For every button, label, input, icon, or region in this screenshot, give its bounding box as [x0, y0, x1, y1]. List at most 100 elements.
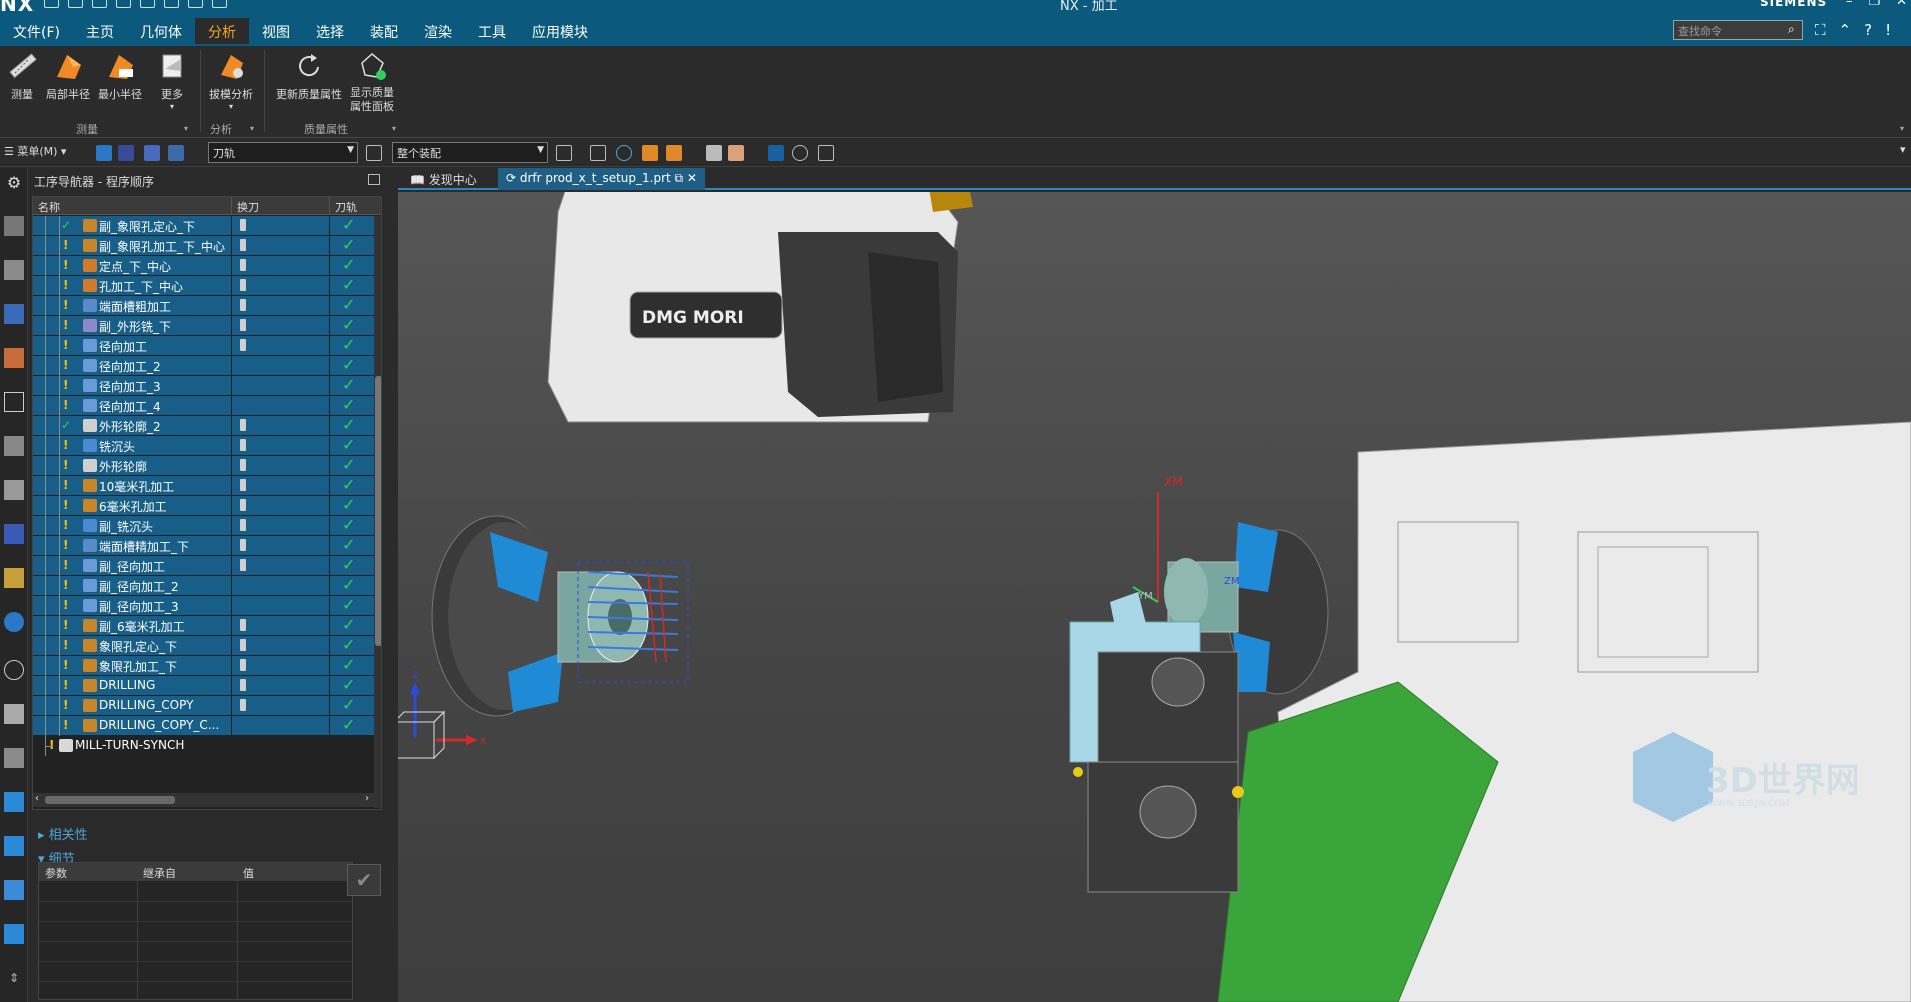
visual-library-icon[interactable] [4, 924, 24, 944]
column-divider[interactable] [329, 197, 330, 215]
window-icon[interactable] [188, 0, 203, 8]
help-icon[interactable]: ? [1864, 21, 1872, 39]
machining-features-icon[interactable] [4, 480, 24, 500]
name-cell[interactable]: ! 象限孔加工_下 [33, 656, 231, 676]
hide-icon[interactable] [818, 145, 834, 161]
constraint-navigator-icon[interactable] [4, 260, 24, 280]
name-cell[interactable]: ! MILL-TURN-SYNCH [33, 736, 231, 756]
operation-row[interactable]: ! 10毫米孔加工 ✓ [33, 475, 374, 496]
operation-row[interactable]: ! 端面槽精加工_下 ✓ [33, 535, 374, 556]
main-spindle-chuck-model[interactable] [431, 515, 689, 717]
mcs-icon[interactable] [768, 145, 784, 161]
group-mass-expand-icon[interactable]: ▾ [392, 124, 396, 133]
shaded-cube-icon[interactable] [706, 145, 722, 161]
history-icon[interactable] [4, 660, 24, 680]
vertical-scrollbar[interactable] [374, 216, 381, 808]
pop-out-icon[interactable]: ⧉ [671, 171, 684, 185]
spindle-head-model[interactable]: DMG MORI [547, 192, 973, 423]
scene-canvas[interactable]: DMG MORI XM YM ZM Z X 3D世界网 WWW.3DSJW.CO… [398, 192, 1911, 1002]
show-icon[interactable] [792, 145, 808, 161]
more-button[interactable]: 更多 ▾ [152, 50, 192, 111]
scrollbar-thumb[interactable] [375, 376, 381, 646]
group-analysis-expand-icon[interactable]: ▾ [250, 124, 254, 133]
draft-dropdown-icon[interactable]: ▾ [206, 102, 256, 111]
name-cell[interactable]: ! 径向加工_2 [33, 356, 231, 376]
operation-row[interactable]: ! DRILLING_COPY ✓ [33, 695, 374, 716]
operation-navigator-icon[interactable] [4, 348, 24, 368]
assembly-navigator-icon[interactable] [4, 216, 24, 236]
minimize-button[interactable]: – [1846, 0, 1853, 9]
name-cell[interactable]: ! 象限孔定心_下 [33, 636, 231, 656]
name-cell[interactable]: ! DRILLING_COPY_C... [33, 716, 231, 736]
column-header-tool-change[interactable]: 换刀 [237, 199, 259, 215]
name-cell[interactable]: ! 径向加工_3 [33, 376, 231, 396]
paste-icon[interactable] [140, 0, 155, 8]
snap-point-icon[interactable] [666, 145, 682, 161]
name-cell[interactable]: ! 副_6毫米孔加工 [33, 616, 231, 636]
copy-icon[interactable] [116, 0, 131, 8]
operation-row[interactable]: ! 径向加工_3 ✓ [33, 375, 374, 396]
update-mass-properties-button[interactable]: 更新质量属性 [272, 50, 346, 102]
operation-row[interactable]: ! 副_径向加工_3 ✓ [33, 595, 374, 616]
horizontal-scrollbar[interactable]: ‹ › [33, 793, 374, 807]
rail-scroll-icon[interactable]: ⇕ [4, 968, 24, 988]
toolbar-options-icon[interactable]: ▾ [1900, 143, 1906, 163]
scrollbar-thumb[interactable] [45, 796, 175, 804]
operation-row[interactable]: ! 副_象限孔加工_下_中心 ✓ [33, 235, 374, 256]
restore-button[interactable]: ❐ [1869, 0, 1881, 9]
close-button[interactable]: ✕ [1896, 0, 1907, 9]
name-cell[interactable]: ! 副_径向加工 [33, 556, 231, 576]
feature-icon[interactable] [642, 145, 658, 161]
more-dropdown-icon[interactable]: ▾ [152, 102, 192, 111]
name-cell[interactable]: ! 外形轮廓 [33, 456, 231, 476]
alert-icon[interactable]: ! [1885, 21, 1891, 39]
name-cell[interactable]: ! 副_铣沉头 [33, 516, 231, 536]
operation-row[interactable]: ! 象限孔定心_下 ✓ [33, 635, 374, 656]
palette-icon[interactable] [4, 748, 24, 768]
name-cell[interactable]: ! 孔加工_下_中心 [33, 276, 231, 296]
column-header-toolpath[interactable]: 刀轨 [335, 199, 357, 215]
name-cell[interactable]: ! 副_径向加工_3 [33, 596, 231, 616]
panel-pin-icon[interactable] [368, 174, 380, 185]
menu-applications[interactable]: 应用模块 [519, 18, 601, 44]
name-cell[interactable]: ! 副_外形铣_下 [33, 316, 231, 336]
collapse-ribbon-icon[interactable]: ⌃ [1839, 21, 1852, 39]
apply-check-button[interactable]: ✔ [347, 864, 381, 896]
operation-row[interactable]: ! 定点_下_中心 ✓ [33, 255, 374, 276]
material-cube-icon[interactable] [728, 145, 744, 161]
menu-render[interactable]: 渲染 [411, 18, 465, 44]
menu-select[interactable]: 选择 [303, 18, 357, 44]
name-cell[interactable]: ! 铣沉头 [33, 436, 231, 456]
operation-row[interactable]: ! DRILLING ✓ [33, 675, 374, 696]
column-header-inherited[interactable]: 继承自 [143, 865, 176, 881]
menu-button[interactable]: ☰ 菜单(M) ▾ [4, 143, 66, 163]
name-cell[interactable]: ! 端面槽粗加工 [33, 296, 231, 316]
name-cell[interactable]: ! 径向加工_4 [33, 396, 231, 416]
part-navigator-icon[interactable] [4, 304, 24, 324]
scroll-left-icon[interactable]: ‹ [35, 793, 39, 804]
role-icon[interactable] [4, 792, 24, 812]
name-cell[interactable]: ! 副_径向加工_2 [33, 576, 231, 596]
name-cell[interactable]: ! DRILLING [33, 676, 231, 696]
program-group-row[interactable]: ! MILL-TURN-SYNCH [33, 736, 374, 756]
select-face-icon[interactable] [168, 145, 184, 161]
name-cell[interactable]: ! 径向加工 [33, 336, 231, 356]
menu-view[interactable]: 视图 [249, 18, 303, 44]
local-radius-button[interactable]: 局部半径 [44, 50, 92, 102]
operation-row[interactable]: ! 副_6毫米孔加工 ✓ [33, 615, 374, 636]
operation-row[interactable]: ! 铣沉头 ✓ [33, 435, 374, 456]
operation-row[interactable]: ! 象限孔加工_下 ✓ [33, 655, 374, 676]
feature-navigator-icon[interactable] [4, 524, 24, 544]
operation-row[interactable]: ! 孔加工_下_中心 ✓ [33, 275, 374, 296]
measure-button[interactable]: 测量 [4, 50, 40, 102]
folder-icon[interactable] [4, 880, 24, 900]
menu-geometry[interactable]: 几何体 [127, 18, 195, 44]
operation-row[interactable]: ! 副_径向加工_2 ✓ [33, 575, 374, 596]
tab-part-file[interactable]: ⟳ drfr prod_x_t_setup_1.prt ⧉ ✕ [498, 168, 705, 190]
web-browser-icon[interactable] [4, 612, 24, 632]
column-header-parameter[interactable]: 参数 [45, 865, 67, 881]
name-cell[interactable]: ! 10毫米孔加工 [33, 476, 231, 496]
window-switch-icon[interactable] [212, 0, 227, 8]
name-cell[interactable]: ! 端面槽精加工_下 [33, 536, 231, 556]
operation-row[interactable]: ! 径向加工_2 ✓ [33, 355, 374, 376]
